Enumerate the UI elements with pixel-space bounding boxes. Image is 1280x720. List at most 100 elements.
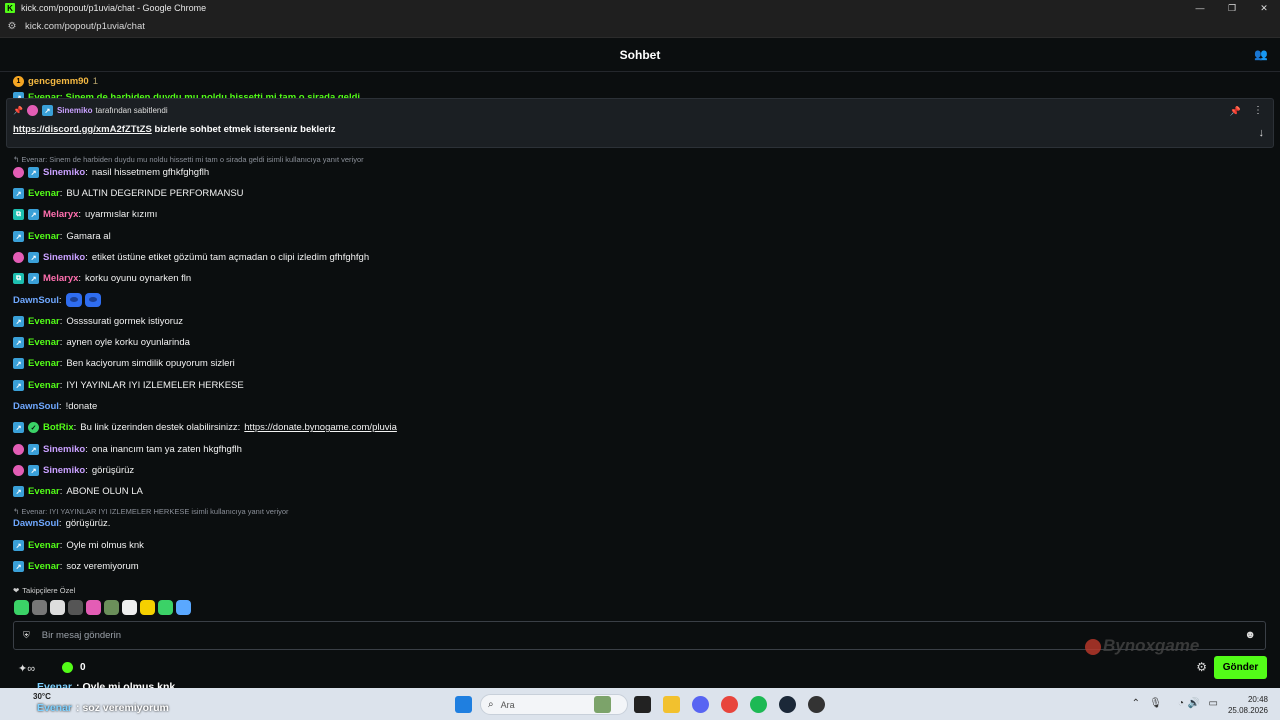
chat-message: ↗ Evenar: aynen oyle korku oyunlarinda xyxy=(13,337,190,348)
username[interactable]: Evenar xyxy=(28,561,60,572)
chat-message: DawnSoul: görüşürüz. xyxy=(13,518,111,529)
file-explorer-icon[interactable] xyxy=(663,696,680,713)
minimize-button[interactable]: — xyxy=(1184,0,1216,16)
message-text: uyarmıslar kızımı xyxy=(85,209,158,220)
emote-icon[interactable] xyxy=(32,600,47,615)
donate-link[interactable]: https://donate.bynogame.com/pluvia xyxy=(244,422,397,433)
verified-badge-icon: ↗ xyxy=(28,465,39,476)
emote-icon[interactable] xyxy=(104,600,119,615)
clock-date: 25.08.2026 xyxy=(1227,706,1268,715)
task-view-icon[interactable] xyxy=(634,696,651,713)
emote-icon[interactable] xyxy=(140,600,155,615)
username[interactable]: Melaryx xyxy=(43,209,78,220)
emote-icon[interactable] xyxy=(122,600,137,615)
reply-text: Evenar: Sinem de harbiden duydu mu noldu… xyxy=(21,155,364,164)
wifi-icon[interactable]: ◔ xyxy=(1178,698,1184,709)
message-text: Ben kaciyorum simdilik opuyorum sizleri xyxy=(66,358,235,369)
microphone-icon[interactable]: 🎙 xyxy=(1149,698,1162,709)
shield-icon: ⛨ xyxy=(23,630,30,640)
chevron-up-icon[interactable]: ⌃ xyxy=(1132,698,1140,709)
close-button[interactable]: ✕ xyxy=(1248,0,1280,16)
username[interactable]: Evenar xyxy=(28,380,60,391)
infinite-icon[interactable]: ✦∞ xyxy=(18,662,35,675)
users-icon[interactable]: 👥 xyxy=(1254,47,1268,61)
moderator-badge-icon: ⧉ xyxy=(13,273,24,284)
username[interactable]: Evenar xyxy=(28,358,60,369)
kicks-balance[interactable]: 0 xyxy=(62,662,86,673)
username[interactable]: Evenar xyxy=(28,188,60,199)
username[interactable]: Evenar xyxy=(28,337,60,348)
username[interactable]: Sinemiko xyxy=(43,444,85,455)
username[interactable]: DawnSoul xyxy=(13,295,59,306)
expand-arrow-icon[interactable]: ↓ xyxy=(1259,127,1265,139)
message-text: Oyle mi olmus knk xyxy=(66,540,144,551)
username[interactable]: Evenar xyxy=(28,540,60,551)
address-bar: ⚙ kick.com/popout/p1uvia/chat xyxy=(0,16,1280,38)
more-options-icon[interactable]: ⋮ xyxy=(1253,105,1263,116)
steam-icon[interactable] xyxy=(779,696,796,713)
chat-message: DawnSoul: !donate xyxy=(13,401,98,412)
username[interactable]: Sinemiko xyxy=(43,465,85,476)
follower-label-text: Takipçilere Özel xyxy=(22,586,76,595)
unpin-icon[interactable]: 📌 xyxy=(1230,106,1241,117)
username[interactable]: Melaryx xyxy=(43,273,78,284)
verified-badge-icon: ↗ xyxy=(13,540,24,551)
windows-start-icon[interactable] xyxy=(455,696,472,713)
emote-icon[interactable] xyxy=(86,600,101,615)
heart-icon: ❤ xyxy=(13,586,20,595)
username[interactable]: DawnSoul xyxy=(13,518,59,529)
username[interactable]: gencgemm90 xyxy=(28,76,89,87)
chat-message: ↗ Evenar: BU ALTIN DEGERINDE PERFORMANSU xyxy=(13,188,244,199)
chrome-icon[interactable] xyxy=(721,696,738,713)
site-info-icon[interactable]: ⚙ xyxy=(6,21,18,33)
obs-icon[interactable] xyxy=(808,696,825,713)
verified-badge-icon: ↗ xyxy=(13,486,24,497)
verified-badge-icon: ↗ xyxy=(13,422,24,433)
message-input[interactable] xyxy=(41,630,1142,641)
emote-icon[interactable] xyxy=(68,600,83,615)
chat-message: ↗ Evenar: ABONE OLUN LA xyxy=(13,486,143,497)
emote-icon[interactable] xyxy=(158,600,173,615)
settings-gear-icon[interactable]: ⚙ xyxy=(1196,660,1207,674)
emote-icon[interactable] xyxy=(84,293,101,307)
pinned-by-user[interactable]: Sinemiko xyxy=(57,106,93,115)
emoji-picker-icon[interactable]: ☻ xyxy=(1244,629,1256,641)
username[interactable]: Sinemiko xyxy=(43,167,85,178)
emote-icon[interactable] xyxy=(176,600,191,615)
send-button[interactable]: Gönder xyxy=(1214,656,1267,679)
spotify-icon[interactable] xyxy=(750,696,767,713)
message-text: görüşürüz. xyxy=(65,518,111,529)
username[interactable]: BotRix xyxy=(43,422,74,433)
clock[interactable]: 20:48 25.08.2026 xyxy=(1228,694,1268,716)
chat-message: ↗ Evenar: Ossssurati gormek istiyoruz xyxy=(13,316,183,327)
username[interactable]: DawnSoul xyxy=(13,401,59,412)
chat-message: ↗ Sinemiko: etiket üstüne etiket gözümü … xyxy=(13,252,369,263)
message-text: ABONE OLUN LA xyxy=(66,486,143,497)
discord-icon[interactable] xyxy=(692,696,709,713)
pinned-link[interactable]: https://discord.gg/xmA2fZTtZS xyxy=(13,124,152,135)
emote-icon[interactable] xyxy=(50,600,65,615)
username[interactable]: Evenar xyxy=(28,486,60,497)
chat-message: ↗ Sinemiko: nasil hissetmem gfhkfghgflh xyxy=(13,167,209,178)
pinned-by-row: 📌 ↗ Sinemiko tarafından sabitlendi xyxy=(13,105,168,116)
sub-badge-icon xyxy=(13,167,24,178)
restore-button[interactable]: ❐ xyxy=(1216,0,1248,16)
volume-icon[interactable]: 🔊 xyxy=(1188,698,1200,709)
emote-icon[interactable] xyxy=(14,600,29,615)
browser-title-bar: K kick.com/popout/p1uvia/chat - Google C… xyxy=(0,0,1280,16)
follower-emotes-label: ❤ Takipçilere Özel xyxy=(13,586,75,595)
windows-taskbar: 30°C Evenar: soz veremiyorum ⌕ Ara ⌃ 🎙 ◔… xyxy=(0,688,1280,720)
search-highlight-icon[interactable] xyxy=(594,696,611,713)
weather-widget[interactable]: 30°C xyxy=(33,692,51,701)
emote-icon[interactable] xyxy=(65,293,82,307)
sub-badge-icon xyxy=(26,105,38,116)
username[interactable]: Evenar xyxy=(28,316,60,327)
chat-message: DawnSoul: xyxy=(13,293,104,307)
battery-icon[interactable]: ▭ xyxy=(1209,698,1218,709)
message-text: etiket üstüne etiket gözümü tam açmadan … xyxy=(91,252,370,263)
username[interactable]: Evenar xyxy=(28,231,60,242)
username[interactable]: Sinemiko xyxy=(43,252,85,263)
chat-title: Sohbet xyxy=(619,47,661,62)
pinned-by-suffix: tarafından sabitlendi xyxy=(95,106,168,115)
url-text[interactable]: kick.com/popout/p1uvia/chat xyxy=(25,21,145,32)
